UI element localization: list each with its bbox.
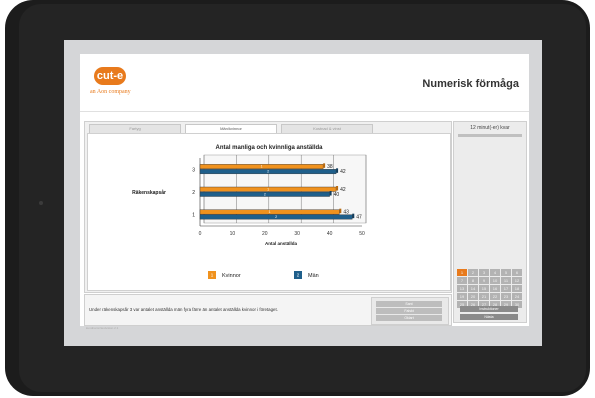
question-number-9[interactable]: 9 <box>479 277 489 284</box>
question-number-5[interactable]: 5 <box>501 269 511 276</box>
x-tick-label: 10 <box>230 231 236 237</box>
bar-side <box>339 208 342 214</box>
test-window: cut-e an Aon company Numerisk förmåga Fa… <box>80 54 529 330</box>
answer-group: Sant Falskt Oklart <box>371 297 449 325</box>
data-label: 42 <box>340 187 346 193</box>
cute-logo: cut-e an Aon company <box>90 65 142 103</box>
question-number-21[interactable]: 21 <box>479 293 489 300</box>
bar-side <box>323 163 326 168</box>
x-axis-label: Antal anställda <box>265 241 298 246</box>
question-number-4[interactable]: 4 <box>490 269 500 276</box>
bar-badge: 1 <box>261 165 263 169</box>
chart-panel: Fartyg Män/kvinnor Kostnad & vinst Antal… <box>84 121 452 293</box>
answer-unclear-button[interactable]: Oklart <box>376 315 442 321</box>
question-number-2[interactable]: 2 <box>468 269 478 276</box>
bar-badge: 1 <box>267 187 269 191</box>
question-number-7[interactable]: 7 <box>457 277 467 284</box>
bar-side <box>336 168 339 173</box>
y-axis-label: Räkenskapsår <box>132 189 166 196</box>
bar-badge: 2 <box>267 170 269 174</box>
category-label: 2 <box>192 190 195 196</box>
category-label: 3 <box>192 167 195 173</box>
question-number-11[interactable]: 11 <box>501 277 511 284</box>
statement-text: Under räkenskapsår 3 var antalet anställ… <box>89 307 278 312</box>
bar-chart: Antal manliga och kvinnliga anställda 0 10… <box>132 145 367 279</box>
data-label: 40 <box>334 192 340 198</box>
question-number-24[interactable]: 24 <box>512 293 522 300</box>
footer-text: kundnamn/testvision 2.1 <box>86 326 119 330</box>
question-number-20[interactable]: 20 <box>468 293 478 300</box>
camera-dot <box>39 201 43 205</box>
bar-side <box>352 213 355 219</box>
category-label: 1 <box>192 213 195 219</box>
question-number-17[interactable]: 17 <box>501 285 511 292</box>
tab-bar: Fartyg Män/kvinnor Kostnad & vinst <box>89 124 389 135</box>
x-tick-label: 40 <box>327 231 333 237</box>
answer-false-button[interactable]: Falskt <box>376 308 442 314</box>
answer-true-button[interactable]: Sant <box>376 301 442 307</box>
question-number-14[interactable]: 14 <box>468 285 478 292</box>
question-number-10[interactable]: 10 <box>490 277 500 284</box>
timer-bar <box>458 134 522 137</box>
bar-badge: 2 <box>275 215 277 219</box>
bar-side <box>329 191 332 196</box>
legend-label-women: Kvinnor <box>222 273 241 279</box>
statement-panel: Under räkenskapsår 3 var antalet anställ… <box>84 294 452 326</box>
chart-title: Antal manliga och kvinnliga anställda <box>215 145 323 151</box>
instructions-button[interactable]: Instruktioner <box>460 306 518 312</box>
side-panel: 12 minut(-er) kvar 1 2 3 4 5 6 7 8 9 10 11 12 13 14 15… <box>453 121 527 323</box>
question-number-16[interactable]: 16 <box>490 285 500 292</box>
x-tick-label: 0 <box>199 231 202 237</box>
question-number-18[interactable]: 18 <box>512 285 522 292</box>
x-tick-label: 50 <box>359 231 365 237</box>
question-number-13[interactable]: 13 <box>457 285 467 292</box>
legend-label-men: Män <box>308 273 319 279</box>
question-number-1[interactable]: 1 <box>457 269 467 276</box>
question-number-23[interactable]: 23 <box>501 293 511 300</box>
bar-badge: 1 <box>269 210 271 214</box>
data-label: 42 <box>340 169 346 175</box>
bar-badge: 2 <box>264 192 266 196</box>
x-tick-label: 30 <box>294 231 300 237</box>
question-number-12[interactable]: 12 <box>512 277 522 284</box>
next-button[interactable]: Nästa <box>460 314 518 320</box>
question-number-8[interactable]: 8 <box>468 277 478 284</box>
question-number-19[interactable]: 19 <box>457 293 467 300</box>
question-number-6[interactable]: 6 <box>512 269 522 276</box>
timer-text: 12 minut(-er) kvar <box>470 125 510 131</box>
logo-mark: cut-e <box>94 67 126 85</box>
x-tick-label: 20 <box>262 231 268 237</box>
question-number-15[interactable]: 15 <box>479 285 489 292</box>
data-label: 47 <box>356 214 362 220</box>
logo-subtitle: an Aon company <box>90 89 131 95</box>
chart-area: Antal manliga och kvinnliga anställda 0 10… <box>87 133 451 291</box>
bar-side <box>336 186 339 191</box>
question-number-3[interactable]: 3 <box>479 269 489 276</box>
screen: cut-e an Aon company Numerisk förmåga Fa… <box>64 40 542 346</box>
page-title: Numerisk förmåga <box>422 78 519 90</box>
header: cut-e an Aon company Numerisk förmåga <box>80 54 529 112</box>
question-number-22[interactable]: 22 <box>490 293 500 300</box>
